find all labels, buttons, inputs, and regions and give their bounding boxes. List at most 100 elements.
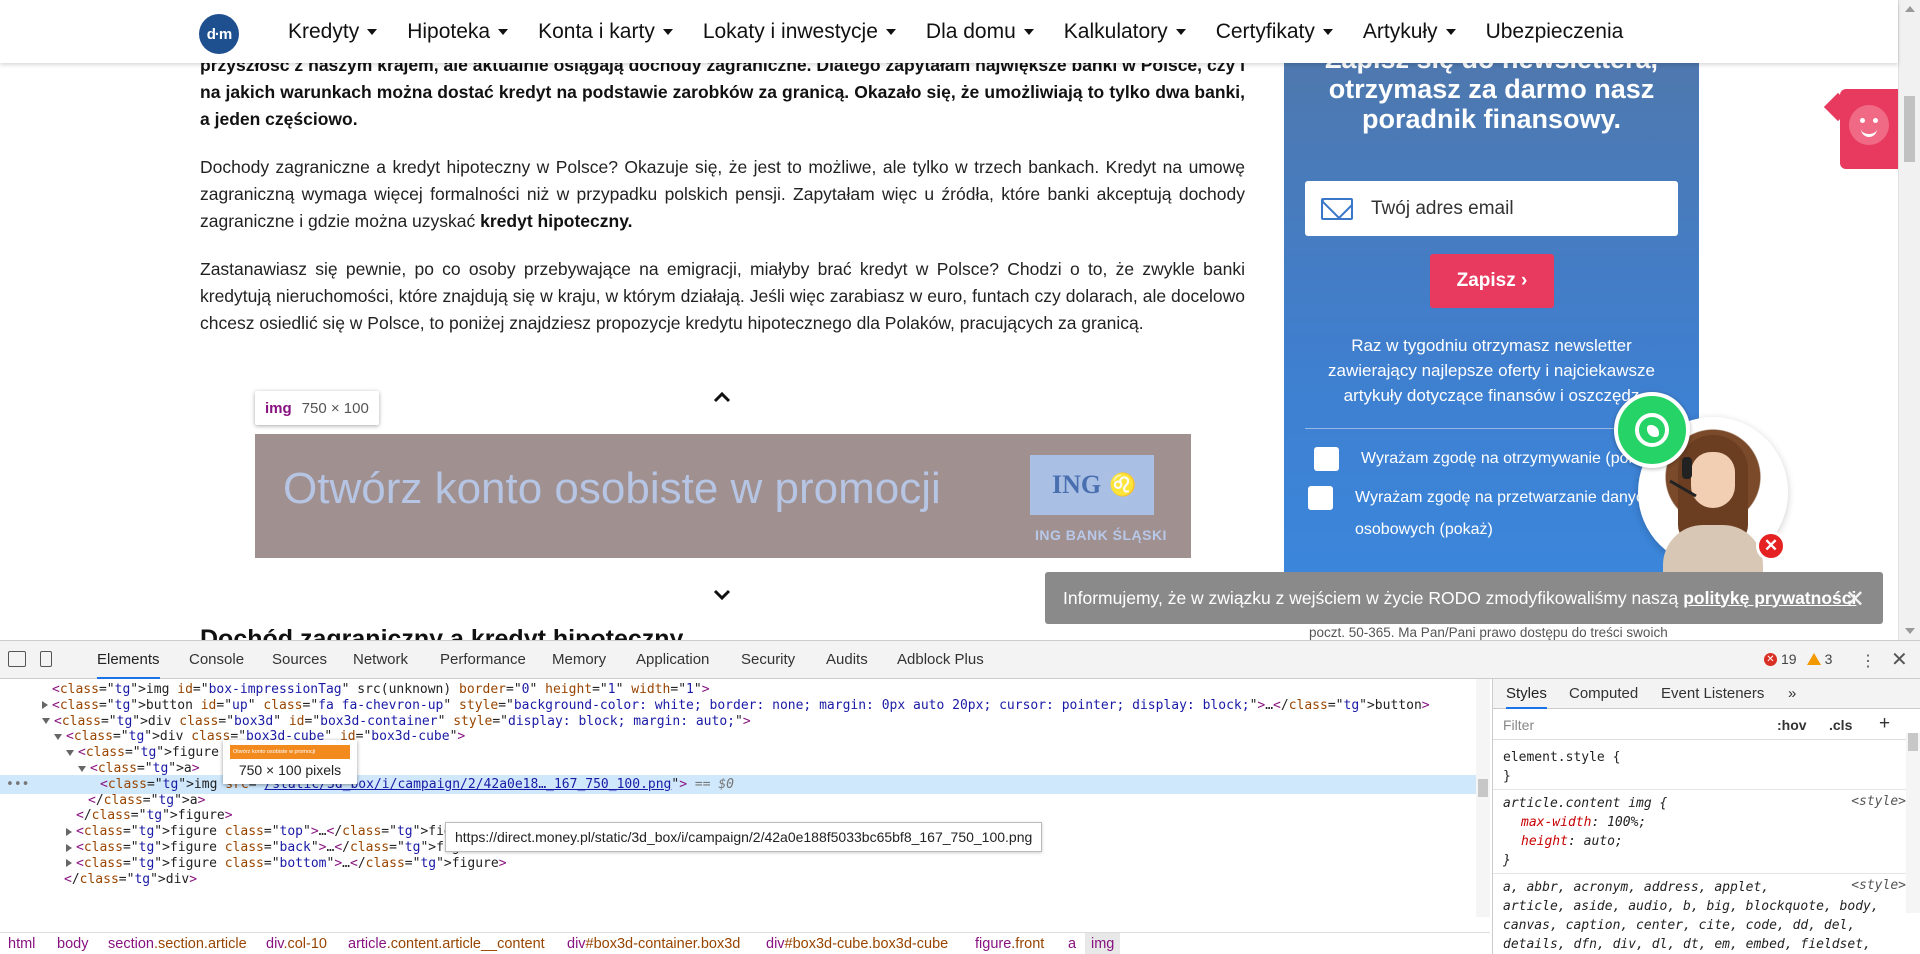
breadcrumb-item[interactable]: section.section.article bbox=[108, 933, 247, 954]
lion-icon: ♌ bbox=[1109, 472, 1137, 497]
dom-node-text: <class="tg">div bbox=[66, 729, 184, 745]
nav-item-artykuły[interactable]: Artykuły bbox=[1363, 20, 1456, 44]
dom-node-text: <class="tg">figure bbox=[76, 855, 217, 871]
collapse-arrow-icon[interactable] bbox=[78, 765, 86, 772]
console-counts[interactable]: ✕ 19 3 bbox=[1764, 651, 1832, 667]
breadcrumb-item[interactable]: html bbox=[8, 933, 35, 954]
expand-arrow-icon[interactable] bbox=[42, 701, 48, 710]
breadcrumb-item[interactable]: div#box3d-container.box3d bbox=[567, 933, 740, 954]
ad-banner[interactable]: Otwórz konto osobiste w promocji ING ♌ IN… bbox=[255, 434, 1191, 558]
scrollbar-thumb[interactable] bbox=[1904, 96, 1915, 162]
rule-source[interactable]: <style> bbox=[1851, 878, 1906, 893]
css-declaration[interactable]: max-width: 100%; bbox=[1521, 813, 1646, 832]
scroll-up-arrow-icon[interactable] bbox=[1905, 6, 1915, 12]
breadcrumb-item[interactable]: div#box3d-cube.box3d-cube bbox=[766, 933, 948, 954]
dom-node[interactable]: </class="tg">div> bbox=[0, 870, 1476, 889]
breadcrumb-item[interactable]: div.col-10 bbox=[266, 933, 327, 954]
elements-scrollbar[interactable] bbox=[1476, 679, 1490, 917]
subscribe-button[interactable]: Zapisz › bbox=[1430, 254, 1554, 308]
nav-item-label: Ubezpieczenia bbox=[1485, 19, 1624, 43]
devtools-tab-elements[interactable]: Elements bbox=[97, 641, 160, 679]
scrollbar-thumb[interactable] bbox=[1478, 779, 1488, 797]
scroll-down-arrow-icon[interactable] bbox=[1905, 628, 1915, 634]
close-icon[interactable]: ✕ bbox=[1845, 585, 1865, 614]
rule-selector[interactable]: article.content img { bbox=[1503, 794, 1667, 813]
styles-tab-event-listeners[interactable]: Event Listeners bbox=[1661, 679, 1764, 709]
avatar-face bbox=[1691, 452, 1735, 508]
new-rule-icon[interactable]: + bbox=[1879, 713, 1890, 735]
top-navigation: d·m Kredyty Hipoteka Konta i karty Lokaty i… bbox=[0, 0, 1898, 63]
styles-tab-computed[interactable]: Computed bbox=[1569, 679, 1638, 709]
rule-selector[interactable]: element.style { bbox=[1503, 748, 1620, 767]
rule-selector[interactable]: a, abbr, acronym, address, applet, bbox=[1503, 878, 1769, 897]
devtools-tab-security[interactable]: Security bbox=[741, 641, 795, 679]
hov-toggle[interactable]: :hov bbox=[1777, 717, 1807, 733]
error-count: 19 bbox=[1781, 651, 1797, 667]
nav-item-label: Konta i karty bbox=[538, 19, 655, 43]
devtools-tab-performance[interactable]: Performance bbox=[440, 641, 526, 679]
nav-item-kalkulatory[interactable]: Kalkulatory bbox=[1064, 20, 1186, 44]
styles-tab-more[interactable]: » bbox=[1788, 679, 1796, 709]
nav-item-ubezpieczenia[interactable]: Ubezpieczenia bbox=[1486, 20, 1624, 44]
breadcrumb-item[interactable]: a bbox=[1068, 933, 1076, 954]
devtools-tab-adblock-plus[interactable]: Adblock Plus bbox=[897, 641, 984, 679]
devtools-tab-network[interactable]: Network bbox=[353, 641, 408, 679]
email-placeholder: Twój adres email bbox=[1371, 197, 1514, 219]
expand-arrow-icon[interactable] bbox=[66, 827, 72, 836]
caret-down-icon bbox=[498, 28, 509, 35]
filter-input[interactable]: Filter bbox=[1503, 717, 1534, 733]
consent-checkbox[interactable] bbox=[1314, 447, 1339, 471]
collapse-arrow-icon[interactable] bbox=[54, 733, 62, 740]
collapse-arrow-icon[interactable] bbox=[66, 749, 74, 756]
article-paragraph: Dochody zagraniczne a kredyt hipoteczny … bbox=[200, 154, 1245, 235]
consent-checkbox[interactable] bbox=[1308, 486, 1333, 510]
nav-item-dla-domu[interactable]: Dla domu bbox=[926, 20, 1034, 44]
rule-selector[interactable]: article, aside, audio, b, big, blockquot… bbox=[1503, 897, 1879, 916]
dom-node-text: </class="tg">figure bbox=[76, 808, 225, 824]
cls-toggle[interactable]: .cls bbox=[1829, 717, 1852, 733]
close-devtools-icon[interactable]: ✕ bbox=[1891, 647, 1908, 672]
article-paragraph: przyszłość z naszym krajem, ale aktualni… bbox=[200, 52, 1245, 133]
devtools-tab-sources[interactable]: Sources bbox=[272, 641, 327, 679]
chatbot-button[interactable] bbox=[1823, 89, 1898, 169]
site-logo[interactable]: d·m bbox=[199, 14, 239, 54]
mortgage-link[interactable]: kredyt hipoteczny. bbox=[480, 211, 632, 231]
devtools-tab-audits[interactable]: Audits bbox=[826, 641, 868, 679]
element-inspect-tooltip: img 750 × 100 bbox=[255, 391, 379, 425]
nav-item-hipoteka[interactable]: Hipoteka bbox=[407, 20, 509, 44]
more-options-icon[interactable]: ⋮ bbox=[1860, 651, 1876, 671]
devtools-tab-console[interactable]: Console bbox=[189, 641, 244, 679]
nav-item-lokaty-i-inwestycje[interactable]: Lokaty i inwestycje bbox=[703, 20, 896, 44]
breadcrumb-item[interactable]: figure.front bbox=[975, 933, 1044, 954]
styles-scrollbar[interactable] bbox=[1906, 733, 1920, 913]
tooltip-tag: img bbox=[265, 399, 292, 417]
device-toolbar-icon[interactable] bbox=[40, 651, 52, 667]
devtools-tab-application[interactable]: Application bbox=[636, 641, 709, 679]
rodo-notice: Informujemy, że w związku z wejściem w ż… bbox=[1045, 572, 1883, 624]
nav-item-certyfikaty[interactable]: Certyfikaty bbox=[1216, 20, 1333, 44]
newsletter-email-input[interactable]: Twój adres email bbox=[1305, 181, 1678, 236]
breadcrumb-item[interactable]: body bbox=[57, 933, 88, 954]
page-scrollbar[interactable] bbox=[1898, 0, 1920, 640]
css-declaration[interactable]: height: auto; bbox=[1521, 832, 1623, 851]
chevron-down-icon[interactable] bbox=[712, 585, 732, 605]
collapse-arrow-icon[interactable] bbox=[42, 718, 50, 725]
rule-selector[interactable]: canvas, caption, center, cite, code, dd,… bbox=[1503, 916, 1855, 935]
nav-item-kredyty[interactable]: Kredyty bbox=[288, 20, 378, 44]
whatsapp-button[interactable] bbox=[1614, 392, 1690, 468]
devtools-tab-memory[interactable]: Memory bbox=[552, 641, 606, 679]
rule-source[interactable]: <style> bbox=[1851, 794, 1906, 809]
expand-arrow-icon[interactable] bbox=[66, 843, 72, 852]
scrollbar-thumb[interactable] bbox=[1908, 733, 1918, 751]
nav-item-konta-i-karty[interactable]: Konta i karty bbox=[538, 20, 673, 44]
styles-tab-styles[interactable]: Styles bbox=[1506, 679, 1547, 709]
chevron-up-icon[interactable] bbox=[712, 387, 732, 407]
breadcrumb-item[interactable]: img bbox=[1085, 933, 1121, 954]
nav-item-label: Lokaty i inwestycje bbox=[702, 19, 878, 43]
close-agent-icon[interactable]: ✕ bbox=[1756, 531, 1786, 561]
rule-selector[interactable]: details, dfn, div, dl, dt, em, embed, fi… bbox=[1503, 935, 1871, 954]
privacy-policy-link[interactable]: politykę prywatności bbox=[1683, 588, 1856, 609]
expand-arrow-icon[interactable] bbox=[66, 859, 72, 868]
breadcrumb-item[interactable]: article.content.article__content bbox=[348, 933, 545, 954]
inspect-element-icon[interactable] bbox=[8, 651, 26, 667]
